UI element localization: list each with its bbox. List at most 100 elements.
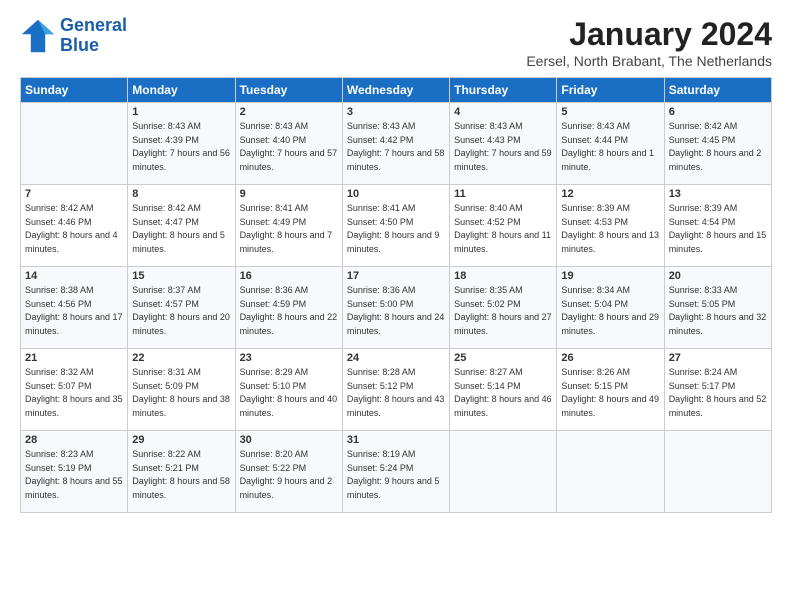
day-cell: 27Sunrise: 8:24 AM Sunset: 5:17 PM Dayli… [664, 349, 771, 431]
day-number: 3 [347, 106, 445, 118]
logo: General Blue [20, 16, 127, 56]
day-cell: 9 Sunrise: 8:41 AM Sunset: 4:49 PM Daylig… [235, 185, 342, 267]
day-number: 10 [347, 188, 445, 200]
day-info: Sunrise: 8:36 AM Sunset: 4:59 PM Dayligh… [240, 284, 338, 338]
day-cell [664, 431, 771, 513]
day-number: 11 [454, 188, 552, 200]
header-cell-saturday: Saturday [664, 78, 771, 103]
header-cell-sunday: Sunday [21, 78, 128, 103]
logo-line1: General [60, 15, 127, 35]
day-info: Sunrise: 8:43 AM Sunset: 4:39 PM Dayligh… [132, 120, 230, 174]
week-row-4: 28 Sunrise: 8:23 AM Sunset: 5:19 PM Dayli… [21, 431, 772, 513]
day-cell: 26Sunrise: 8:26 AM Sunset: 5:15 PM Dayli… [557, 349, 664, 431]
week-row-1: 7Sunrise: 8:42 AM Sunset: 4:46 PM Daylig… [21, 185, 772, 267]
day-number: 21 [25, 352, 123, 364]
day-number: 20 [669, 270, 767, 282]
week-row-2: 14Sunrise: 8:38 AM Sunset: 4:56 PM Dayli… [21, 267, 772, 349]
day-cell [450, 431, 557, 513]
logo-line2: Blue [60, 35, 99, 55]
calendar-table: SundayMondayTuesdayWednesdayThursdayFrid… [20, 77, 772, 513]
day-number: 24 [347, 352, 445, 364]
day-info: Sunrise: 8:28 AM Sunset: 5:12 PM Dayligh… [347, 366, 445, 420]
day-cell: 19 Sunrise: 8:34 AM Sunset: 5:04 PM Dayli… [557, 267, 664, 349]
day-cell: 5 Sunrise: 8:43 AM Sunset: 4:44 PM Daylig… [557, 103, 664, 185]
day-cell: 2 Sunrise: 8:43 AM Sunset: 4:40 PM Daylig… [235, 103, 342, 185]
day-number: 16 [240, 270, 338, 282]
day-info: Sunrise: 8:43 AM Sunset: 4:42 PM Dayligh… [347, 120, 445, 174]
day-number: 19 [561, 270, 659, 282]
day-cell: 15 Sunrise: 8:37 AM Sunset: 4:57 PM Dayli… [128, 267, 235, 349]
day-info: Sunrise: 8:40 AM Sunset: 4:52 PM Dayligh… [454, 202, 552, 256]
day-info: Sunrise: 8:37 AM Sunset: 4:57 PM Dayligh… [132, 284, 230, 338]
day-cell: 20 Sunrise: 8:33 AM Sunset: 5:05 PM Dayli… [664, 267, 771, 349]
day-number: 25 [454, 352, 552, 364]
day-cell: 1 Sunrise: 8:43 AM Sunset: 4:39 PM Daylig… [128, 103, 235, 185]
day-number: 14 [25, 270, 123, 282]
header-cell-wednesday: Wednesday [342, 78, 449, 103]
day-cell: 22 Sunrise: 8:31 AM Sunset: 5:09 PM Dayli… [128, 349, 235, 431]
day-info: Sunrise: 8:19 AM Sunset: 5:24 PM Dayligh… [347, 448, 445, 502]
day-cell: 18Sunrise: 8:35 AM Sunset: 5:02 PM Dayli… [450, 267, 557, 349]
day-cell: 8Sunrise: 8:42 AM Sunset: 4:47 PM Daylig… [128, 185, 235, 267]
week-row-0: 1 Sunrise: 8:43 AM Sunset: 4:39 PM Daylig… [21, 103, 772, 185]
day-number: 7 [25, 188, 123, 200]
day-cell [557, 431, 664, 513]
day-cell: 30Sunrise: 8:20 AM Sunset: 5:22 PM Dayli… [235, 431, 342, 513]
header-cell-monday: Monday [128, 78, 235, 103]
day-info: Sunrise: 8:24 AM Sunset: 5:17 PM Dayligh… [669, 366, 767, 420]
header-row: SundayMondayTuesdayWednesdayThursdayFrid… [21, 78, 772, 103]
day-number: 1 [132, 106, 230, 118]
day-info: Sunrise: 8:32 AM Sunset: 5:07 PM Dayligh… [25, 366, 123, 420]
day-number: 2 [240, 106, 338, 118]
day-cell: 3 Sunrise: 8:43 AM Sunset: 4:42 PM Daylig… [342, 103, 449, 185]
month-title: January 2024 [526, 16, 772, 53]
logo-icon [20, 18, 56, 54]
day-info: Sunrise: 8:29 AM Sunset: 5:10 PM Dayligh… [240, 366, 338, 420]
day-info: Sunrise: 8:27 AM Sunset: 5:14 PM Dayligh… [454, 366, 552, 420]
day-info: Sunrise: 8:33 AM Sunset: 5:05 PM Dayligh… [669, 284, 767, 338]
day-info: Sunrise: 8:41 AM Sunset: 4:49 PM Dayligh… [240, 202, 338, 256]
day-cell: 6 Sunrise: 8:42 AM Sunset: 4:45 PM Daylig… [664, 103, 771, 185]
day-info: Sunrise: 8:43 AM Sunset: 4:40 PM Dayligh… [240, 120, 338, 174]
logo-text: General Blue [60, 16, 127, 56]
day-info: Sunrise: 8:39 AM Sunset: 4:53 PM Dayligh… [561, 202, 659, 256]
day-info: Sunrise: 8:31 AM Sunset: 5:09 PM Dayligh… [132, 366, 230, 420]
day-number: 23 [240, 352, 338, 364]
day-cell: 12 Sunrise: 8:39 AM Sunset: 4:53 PM Dayli… [557, 185, 664, 267]
day-number: 5 [561, 106, 659, 118]
day-cell: 25 Sunrise: 8:27 AM Sunset: 5:14 PM Dayli… [450, 349, 557, 431]
day-cell: 7Sunrise: 8:42 AM Sunset: 4:46 PM Daylig… [21, 185, 128, 267]
day-number: 9 [240, 188, 338, 200]
day-cell: 16 Sunrise: 8:36 AM Sunset: 4:59 PM Dayli… [235, 267, 342, 349]
header: General Blue January 2024 Eersel, North … [20, 16, 772, 69]
day-info: Sunrise: 8:42 AM Sunset: 4:45 PM Dayligh… [669, 120, 767, 174]
day-info: Sunrise: 8:43 AM Sunset: 4:44 PM Dayligh… [561, 120, 659, 174]
day-cell: 28 Sunrise: 8:23 AM Sunset: 5:19 PM Dayli… [21, 431, 128, 513]
day-number: 28 [25, 434, 123, 446]
day-number: 17 [347, 270, 445, 282]
day-number: 6 [669, 106, 767, 118]
day-number: 18 [454, 270, 552, 282]
day-cell: 13Sunrise: 8:39 AM Sunset: 4:54 PM Dayli… [664, 185, 771, 267]
day-number: 22 [132, 352, 230, 364]
day-info: Sunrise: 8:22 AM Sunset: 5:21 PM Dayligh… [132, 448, 230, 502]
day-info: Sunrise: 8:20 AM Sunset: 5:22 PM Dayligh… [240, 448, 338, 502]
day-info: Sunrise: 8:36 AM Sunset: 5:00 PM Dayligh… [347, 284, 445, 338]
day-cell: 10Sunrise: 8:41 AM Sunset: 4:50 PM Dayli… [342, 185, 449, 267]
day-cell: 17 Sunrise: 8:36 AM Sunset: 5:00 PM Dayli… [342, 267, 449, 349]
day-number: 12 [561, 188, 659, 200]
header-cell-tuesday: Tuesday [235, 78, 342, 103]
day-cell: 14Sunrise: 8:38 AM Sunset: 4:56 PM Dayli… [21, 267, 128, 349]
day-cell: 21 Sunrise: 8:32 AM Sunset: 5:07 PM Dayli… [21, 349, 128, 431]
day-number: 29 [132, 434, 230, 446]
day-cell: 29 Sunrise: 8:22 AM Sunset: 5:21 PM Dayli… [128, 431, 235, 513]
day-info: Sunrise: 8:26 AM Sunset: 5:15 PM Dayligh… [561, 366, 659, 420]
day-info: Sunrise: 8:23 AM Sunset: 5:19 PM Dayligh… [25, 448, 123, 502]
day-cell: 31Sunrise: 8:19 AM Sunset: 5:24 PM Dayli… [342, 431, 449, 513]
week-row-3: 21 Sunrise: 8:32 AM Sunset: 5:07 PM Dayli… [21, 349, 772, 431]
day-number: 8 [132, 188, 230, 200]
day-number: 15 [132, 270, 230, 282]
day-cell [21, 103, 128, 185]
day-cell: 24 Sunrise: 8:28 AM Sunset: 5:12 PM Dayli… [342, 349, 449, 431]
day-info: Sunrise: 8:34 AM Sunset: 5:04 PM Dayligh… [561, 284, 659, 338]
